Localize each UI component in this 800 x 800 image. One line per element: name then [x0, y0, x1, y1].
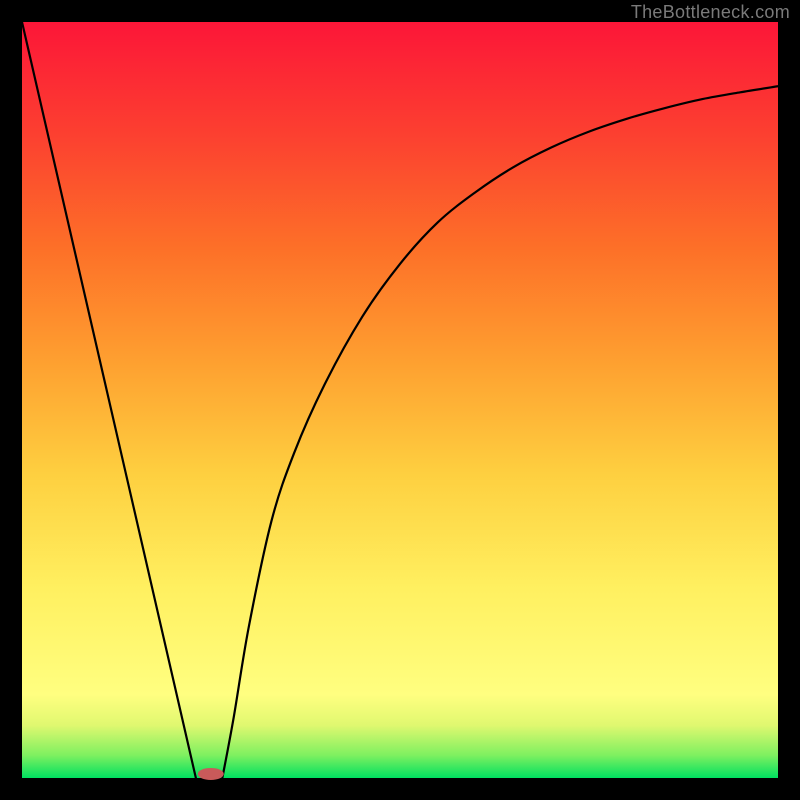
optimal-marker: [198, 768, 224, 780]
plot-area: [22, 22, 778, 778]
chart-frame: TheBottleneck.com: [0, 0, 800, 800]
bottleneck-curve: [22, 22, 778, 778]
watermark-text: TheBottleneck.com: [631, 2, 790, 23]
